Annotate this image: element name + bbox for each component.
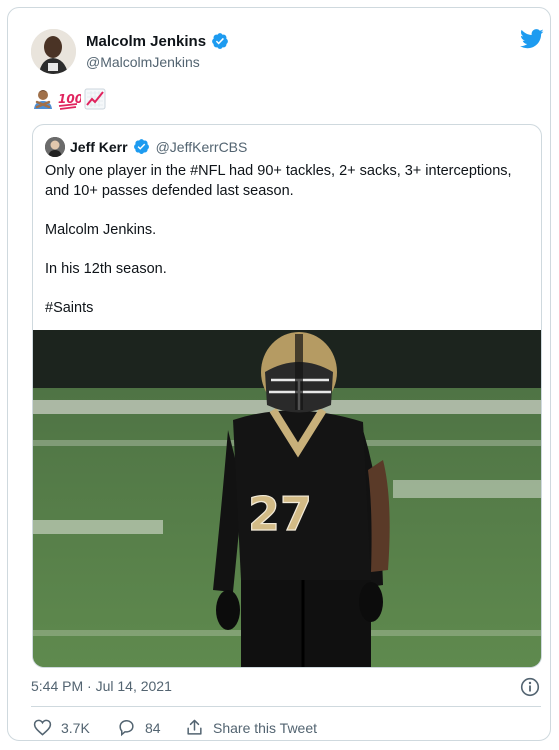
author-name[interactable]: Malcolm Jenkins	[86, 33, 206, 50]
author-avatar[interactable]	[31, 29, 76, 74]
chart-increasing-icon	[83, 87, 107, 111]
tweet-timestamp[interactable]: 5:44 PM · Jul 14, 2021	[31, 678, 172, 694]
quoted-avatar	[45, 137, 65, 157]
share-button[interactable]: Share this Tweet	[185, 718, 317, 737]
reply-bubble-icon	[119, 720, 134, 737]
share-icon	[187, 719, 202, 735]
tweet-emojis: 100	[31, 87, 107, 111]
actions-divider	[31, 706, 541, 707]
tweet-actions: 3.7K 84 Share this Tweet	[33, 718, 317, 737]
quoted-paragraph: Only one player in the #NFL had 90+ tack…	[45, 163, 512, 199]
quoted-verified-badge-icon	[133, 138, 151, 156]
quoted-tweet[interactable]: Jeff Kerr @JeffKerrCBS Only one player i…	[32, 124, 542, 668]
quoted-hashtag: #Saints	[45, 300, 94, 316]
svg-text:100: 100	[58, 92, 81, 106]
heart-icon	[33, 719, 52, 736]
author-handle[interactable]: @MalcolmJenkins	[86, 54, 200, 70]
verified-badge-icon	[211, 32, 229, 50]
quoted-photo[interactable]: 27	[33, 330, 541, 667]
like-count: 3.7K	[61, 719, 90, 736]
share-label: Share this Tweet	[213, 719, 318, 736]
quoted-paragraph: Malcolm Jenkins.	[45, 222, 157, 238]
jersey-number: 27	[248, 487, 312, 541]
quoted-author-handle: @JeffKerrCBS	[155, 139, 248, 155]
like-button[interactable]: 3.7K	[33, 718, 93, 737]
twitter-logo-icon[interactable]	[520, 29, 544, 49]
quoted-text: Only one player in the #NFL had 90+ tack…	[45, 161, 531, 337]
quoted-author-name: Jeff Kerr	[70, 139, 128, 155]
reply-button[interactable]: 84	[117, 718, 163, 737]
man-gesturing-no-icon	[31, 87, 55, 111]
quoted-header: Jeff Kerr @JeffKerrCBS	[45, 137, 247, 157]
hundred-points-icon: 100	[57, 87, 83, 111]
info-icon[interactable]	[520, 677, 540, 697]
author-name-row[interactable]: Malcolm Jenkins	[86, 32, 229, 50]
tweet-card: Malcolm Jenkins @MalcolmJenkins 100 Jeff…	[7, 7, 551, 741]
reply-count: 84	[145, 719, 161, 736]
quoted-paragraph: In his 12th season.	[45, 261, 167, 277]
